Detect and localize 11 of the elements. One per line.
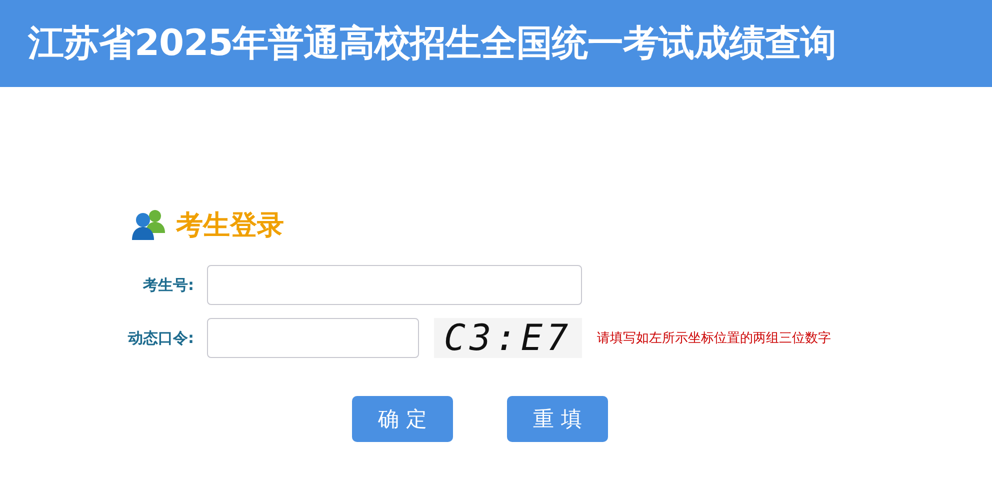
input-field[interactable] (207, 265, 582, 305)
confirm-button[interactable]: 确 定 (352, 396, 453, 442)
input-field[interactable] (207, 318, 419, 358)
hint-text: 请填写如左所示坐标位置的两组三位数字 (597, 330, 831, 347)
field-label: 动态口令: (128, 328, 194, 348)
reset-button[interactable]: 重 填 (507, 396, 608, 442)
captcha-code: C3:E7 (434, 318, 582, 358)
login-title: 考生登录 (176, 209, 284, 243)
page-title: 江苏省2025年普通高校招生全国统一考试成绩查询 (28, 22, 836, 66)
users-icon (132, 209, 166, 241)
field-label: 考生号: (142, 276, 194, 294)
